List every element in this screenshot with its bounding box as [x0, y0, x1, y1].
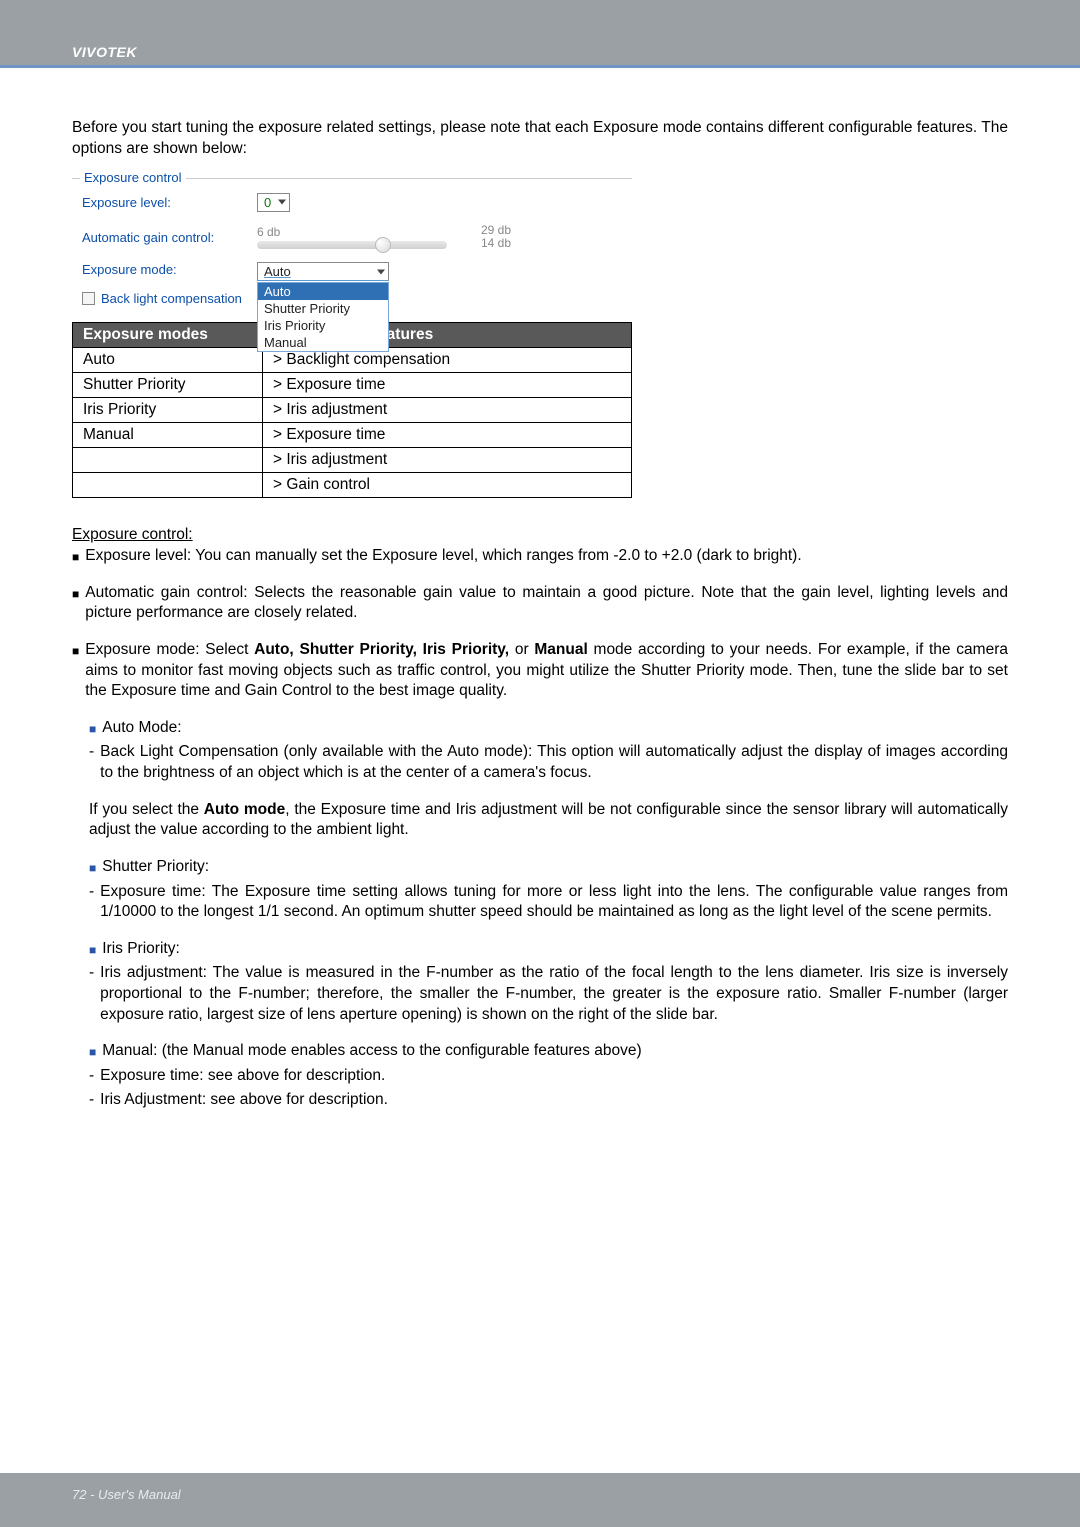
agc-left-value: 6 db [257, 225, 447, 239]
bullet-exposure-mode: ■ Exposure mode: Select Auto, Shutter Pr… [72, 640, 1008, 702]
chevron-down-icon [278, 200, 286, 205]
table-row: Iris Priority> Iris adjustment [73, 398, 632, 423]
bullet-text: Automatic gain control: Selects the reas… [85, 583, 1008, 624]
bullet-icon: ■ [89, 1045, 96, 1062]
exposure-level-select[interactable]: 0 [257, 193, 290, 212]
sub-manual: ■ Manual: (the Manual mode enables acces… [89, 1041, 1008, 1111]
intro-paragraph: Before you start tuning the exposure rel… [72, 118, 1008, 160]
auto-mode-note: If you select the Auto mode, the Exposur… [89, 800, 1008, 841]
dash-icon: - [89, 1066, 94, 1087]
exposure-level-label: Exposure level: [82, 195, 257, 210]
page-content: Before you start tuning the exposure rel… [0, 68, 1080, 1111]
dash-icon: - [89, 882, 94, 923]
table-row: > Iris adjustment [73, 448, 632, 473]
sub-text: Iris adjustment: The value is measured i… [100, 963, 1008, 1025]
bullet-icon: ■ [72, 550, 79, 567]
bullet-text: Exposure mode: Select Auto, Shutter Prio… [85, 640, 1008, 702]
exposure-control-legend: Exposure control [80, 170, 186, 185]
sub-auto-mode: ■ Auto Mode: - Back Light Compensation (… [89, 718, 1008, 784]
exposure-mode-dropdown: Auto Shutter Priority Iris Priority Manu… [257, 282, 389, 352]
header-divider [0, 65, 1080, 68]
sub-shutter: ■ Shutter Priority: - Exposure time: The… [89, 857, 1008, 923]
sub-iris: ■ Iris Priority: - Iris adjustment: The … [89, 939, 1008, 1025]
exposure-mode-label: Exposure mode: [82, 262, 257, 277]
exposure-mode-select[interactable]: Auto [257, 262, 389, 281]
agc-right-values: 29 db 14 db [481, 224, 511, 250]
table-header-modes: Exposure modes [73, 323, 263, 348]
chevron-down-icon [377, 269, 385, 274]
dash-icon: - [89, 742, 94, 783]
sub-text: Back Light Compensation (only available … [100, 742, 1008, 783]
exposure-level-row: Exposure level: 0 [72, 187, 632, 218]
exposure-mode-select-wrap: Auto Auto Shutter Priority Iris Priority… [257, 262, 389, 281]
sub-title: Manual: (the Manual mode enables access … [102, 1041, 1008, 1062]
exposure-mode-value: Auto [264, 264, 291, 279]
mode-option-manual[interactable]: Manual [258, 334, 388, 351]
bullet-icon: ■ [89, 861, 96, 878]
exposure-control-heading: Exposure control: [72, 526, 1008, 544]
bullet-icon: ■ [89, 943, 96, 960]
exposure-mode-row: Exposure mode: Auto Auto Shutter Priorit… [72, 256, 632, 287]
agc-slider[interactable] [257, 241, 447, 249]
mode-option-auto[interactable]: Auto [258, 283, 388, 300]
header: VIVOTEK [0, 0, 1080, 68]
sub-text: Exposure time: The Exposure time setting… [100, 882, 1008, 923]
sub-text: Exposure time: see above for description… [100, 1066, 1008, 1087]
bullet-agc: ■ Automatic gain control: Selects the re… [72, 583, 1008, 624]
table-row: Shutter Priority> Exposure time [73, 373, 632, 398]
agc-area: 6 db 29 db 14 db [257, 224, 511, 250]
dash-icon: - [89, 963, 94, 1025]
bullet-exposure-level: ■ Exposure level: You can manually set t… [72, 546, 1008, 567]
exposure-level-value: 0 [264, 195, 271, 210]
blc-checkbox[interactable] [82, 292, 95, 305]
bullet-text: Exposure level: You can manually set the… [85, 546, 1008, 567]
table-row: Manual> Exposure time [73, 423, 632, 448]
sub-title: Auto Mode: [102, 718, 1008, 739]
sub-title: Shutter Priority: [102, 857, 1008, 878]
bullet-icon: ■ [89, 722, 96, 739]
footer-page-label: 72 - User's Manual [72, 1487, 181, 1502]
agc-label: Automatic gain control: [82, 230, 257, 245]
agc-slider-thumb[interactable] [375, 237, 391, 253]
sub-text: Iris Adjustment: see above for descripti… [100, 1090, 1008, 1111]
exposure-control-panel: Exposure control Exposure level: 0 Autom… [72, 178, 632, 312]
table-row: > Gain control [73, 473, 632, 498]
sub-title: Iris Priority: [102, 939, 1008, 960]
bullet-icon: ■ [72, 587, 79, 624]
bullet-icon: ■ [72, 644, 79, 702]
footer: 72 - User's Manual [0, 1473, 1080, 1527]
mode-option-shutter[interactable]: Shutter Priority [258, 300, 388, 317]
blc-label: Back light compensation [101, 291, 242, 306]
dash-icon: - [89, 1090, 94, 1111]
brand-text: VIVOTEK [72, 44, 137, 60]
agc-row: Automatic gain control: 6 db 29 db 14 db [72, 218, 632, 256]
mode-option-iris[interactable]: Iris Priority [258, 317, 388, 334]
agc-right-bottom: 14 db [481, 237, 511, 250]
